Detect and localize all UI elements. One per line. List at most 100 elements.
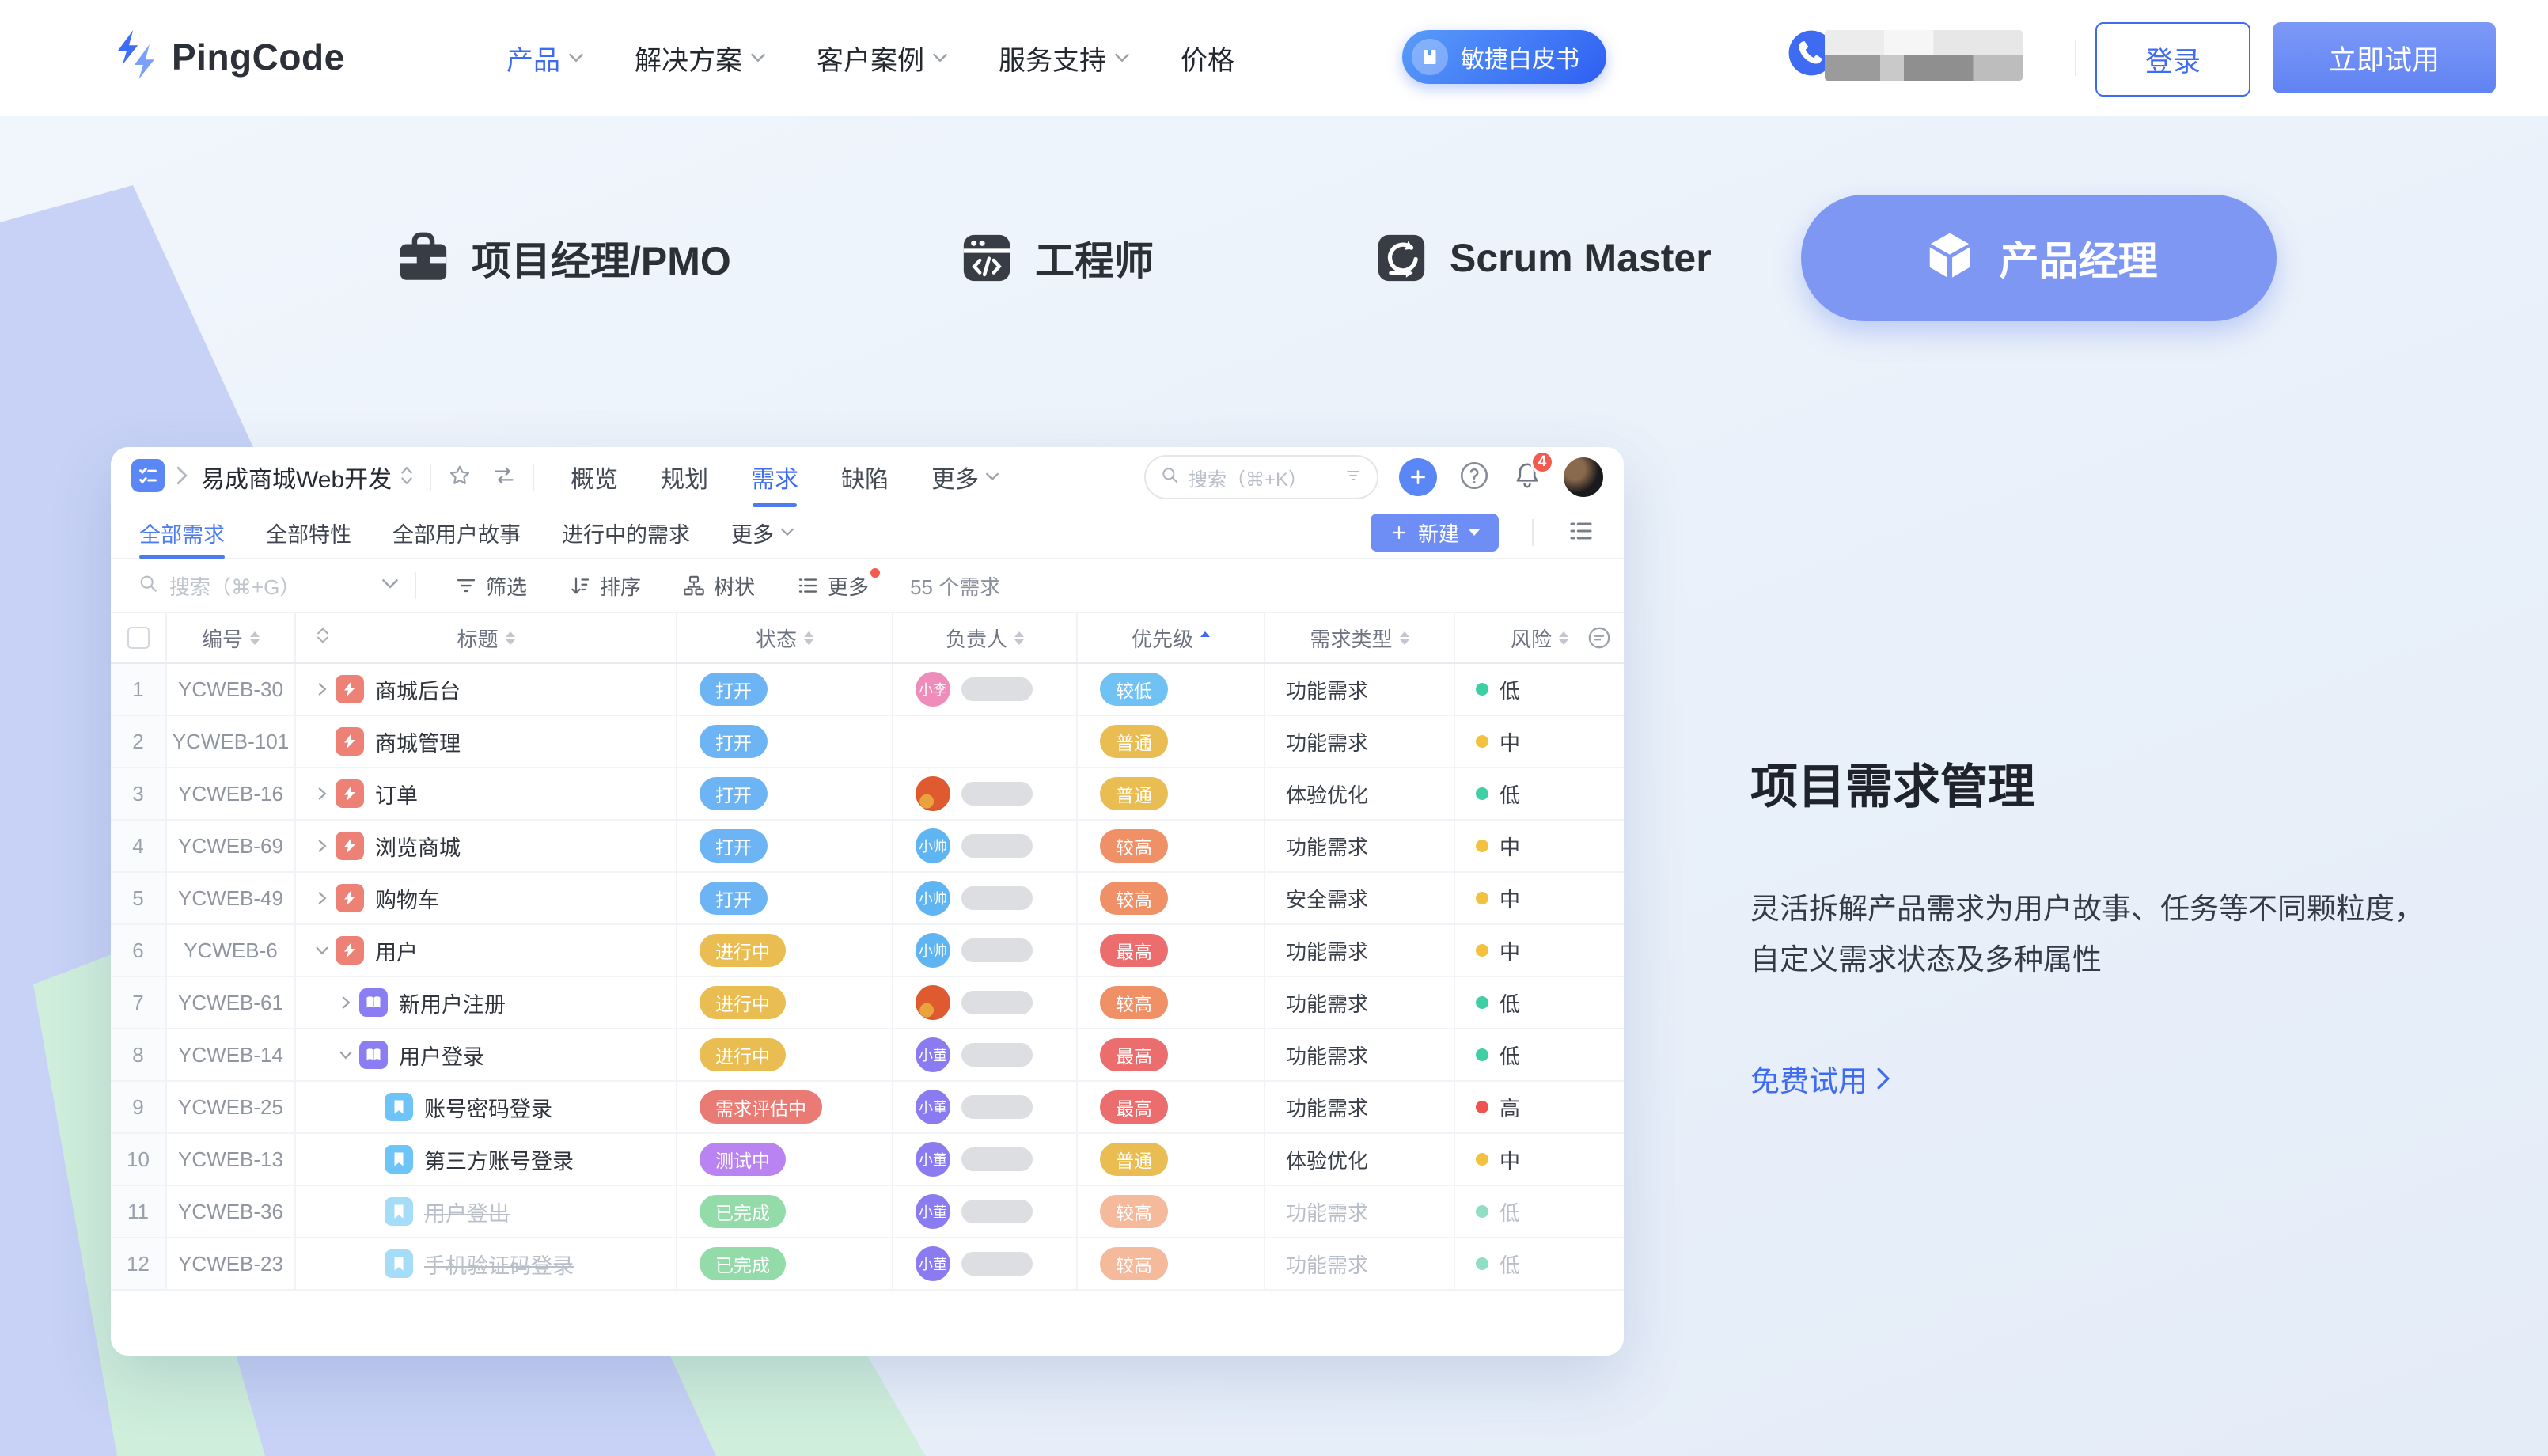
user-avatar[interactable] [1564, 457, 1603, 497]
column-header-3[interactable]: 状态 [677, 613, 893, 662]
project-name[interactable]: 易成商城Web开发 [201, 460, 392, 495]
column-header-5[interactable]: 优先级 [1078, 613, 1265, 662]
app-tab-5[interactable]: 更多 [931, 447, 999, 507]
item-title[interactable]: 手机验证码登录 [424, 1249, 574, 1280]
whitepaper-button[interactable]: 敏捷白皮书 [1402, 30, 1606, 84]
status-badge[interactable]: 打开 [700, 882, 768, 915]
table-row[interactable]: 9YCWEB-25账号密码登录需求评估中小董最高功能需求高 [111, 1082, 1624, 1134]
item-title[interactable]: 用户登录 [399, 1040, 484, 1071]
item-title[interactable]: 用户登出 [424, 1196, 510, 1227]
status-badge[interactable]: 需求评估中 [700, 1090, 822, 1124]
nav-item-3[interactable]: 客户案例 [817, 39, 948, 78]
expand-chevron-icon[interactable] [339, 995, 353, 1010]
status-badge[interactable]: 已完成 [700, 1195, 786, 1228]
table-row[interactable]: 7YCWEB-61新用户注册进行中较高功能需求低 [111, 977, 1624, 1029]
priority-badge[interactable]: 最高 [1100, 1090, 1168, 1124]
table-row[interactable]: 3YCWEB-16订单打开普通体验优化低 [111, 768, 1624, 821]
new-item-button[interactable]: 新建 [1371, 514, 1499, 552]
column-settings-icon[interactable] [1586, 624, 1613, 651]
priority-badge[interactable]: 较高 [1100, 986, 1168, 1019]
item-title[interactable]: 购物车 [375, 883, 439, 914]
search-filter-icon[interactable] [1344, 466, 1363, 489]
project-icon[interactable] [131, 459, 165, 496]
toolbar-筛选-button[interactable]: 筛选 [454, 571, 527, 601]
table-row[interactable]: 8YCWEB-14用户登录进行中小董最高功能需求低 [111, 1029, 1624, 1082]
expand-chevron-icon[interactable] [315, 839, 329, 853]
status-badge[interactable]: 已完成 [700, 1247, 786, 1280]
toolbar-更多-button[interactable]: 更多 [796, 571, 869, 601]
expand-chevron-icon[interactable] [315, 682, 329, 696]
priority-badge[interactable]: 普通 [1100, 1143, 1168, 1176]
sort-carets[interactable] [1200, 631, 1210, 645]
item-title[interactable]: 订单 [375, 779, 418, 810]
status-badge[interactable]: 进行中 [700, 934, 786, 967]
sort-carets[interactable] [804, 631, 813, 645]
sort-carets[interactable] [1559, 631, 1568, 645]
priority-badge[interactable]: 最高 [1100, 934, 1168, 967]
persona-tab-4[interactable]: 产品经理 [1801, 195, 2277, 321]
item-title[interactable]: 第三方账号登录 [424, 1144, 574, 1175]
project-switcher-icon[interactable] [400, 464, 414, 491]
nav-item-1[interactable]: 产品 [506, 39, 584, 78]
item-title[interactable]: 商城管理 [375, 726, 461, 757]
expand-chevron-icon[interactable] [315, 891, 329, 905]
view-tab-4[interactable]: 进行中的需求 [562, 506, 690, 559]
item-title[interactable]: 新用户注册 [399, 988, 506, 1018]
view-tab-3[interactable]: 全部用户故事 [392, 506, 521, 559]
expand-chevron-icon[interactable] [315, 787, 329, 801]
notifications-bell-icon[interactable]: 4 [1511, 460, 1543, 495]
login-button[interactable]: 登录 [2095, 22, 2250, 97]
priority-badge[interactable]: 最高 [1100, 1038, 1168, 1071]
item-title[interactable]: 商城后台 [375, 674, 461, 705]
status-badge[interactable]: 打开 [700, 725, 768, 758]
table-row[interactable]: 6YCWEB-6用户进行中小帅最高功能需求中 [111, 925, 1624, 977]
favorite-star-icon[interactable] [447, 463, 472, 492]
column-header-7[interactable]: 风险 [1455, 613, 1624, 662]
brand-logo[interactable]: PingCode [115, 30, 345, 83]
persona-tab-1[interactable]: 项目经理/PMO [396, 195, 731, 321]
item-title[interactable]: 用户 [375, 935, 418, 966]
item-title[interactable]: 浏览商城 [375, 831, 461, 862]
app-tab-1[interactable]: 概览 [571, 447, 618, 507]
status-badge[interactable]: 进行中 [700, 1038, 786, 1071]
priority-badge[interactable]: 较低 [1100, 673, 1168, 706]
table-row[interactable]: 10YCWEB-13第三方账号登录测试中小董普通体验优化中 [111, 1134, 1624, 1186]
table-row[interactable]: 5YCWEB-49购物车打开小帅较高安全需求中 [111, 873, 1624, 925]
app-tab-2[interactable]: 规划 [661, 447, 708, 507]
table-row[interactable]: 4YCWEB-69浏览商城打开小帅较高功能需求中 [111, 821, 1624, 873]
table-row[interactable]: 1YCWEB-30商城后台打开小李较低功能需求低 [111, 664, 1624, 716]
collapse-chevron-icon[interactable] [339, 1048, 353, 1062]
priority-badge[interactable]: 普通 [1100, 777, 1168, 810]
priority-badge[interactable]: 普通 [1100, 725, 1168, 758]
free-trial-link[interactable]: 免费试用 [1750, 1057, 1891, 1100]
sort-carets[interactable] [1014, 631, 1024, 645]
nav-item-2[interactable]: 解决方案 [635, 39, 766, 78]
column-header-2[interactable]: 标题 [296, 613, 677, 662]
priority-badge[interactable]: 较高 [1100, 1195, 1168, 1228]
toolbar-排序-button[interactable]: 排序 [568, 571, 641, 601]
create-button[interactable] [1399, 458, 1437, 496]
expand-all-icon[interactable] [315, 625, 331, 651]
toolbar-树状-button[interactable]: 树状 [682, 571, 755, 601]
priority-badge[interactable]: 较高 [1100, 882, 1168, 915]
free-trial-button[interactable]: 立即试用 [2273, 22, 2496, 93]
app-tab-3[interactable]: 需求 [751, 447, 798, 507]
app-tab-4[interactable]: 缺陷 [841, 447, 889, 507]
status-badge[interactable]: 打开 [700, 829, 768, 863]
view-tab-1[interactable]: 全部需求 [139, 506, 225, 559]
status-badge[interactable]: 测试中 [700, 1143, 786, 1176]
persona-tab-2[interactable]: 工程师 [959, 195, 1154, 321]
nav-item-4[interactable]: 服务支持 [999, 39, 1130, 78]
status-badge[interactable]: 打开 [700, 673, 768, 706]
help-icon[interactable] [1458, 459, 1491, 496]
priority-badge[interactable]: 较高 [1100, 829, 1168, 863]
column-header-1[interactable]: 编号 [167, 613, 296, 662]
sort-carets[interactable] [250, 631, 260, 645]
table-row[interactable]: 12YCWEB-23手机验证码登录已完成小董较高功能需求低 [111, 1238, 1624, 1291]
view-switch-icon[interactable] [1567, 517, 1595, 549]
nav-item-5[interactable]: 价格 [1181, 39, 1234, 78]
table-row[interactable]: 11YCWEB-36用户登出已完成小董较高功能需求低 [111, 1186, 1624, 1238]
priority-badge[interactable]: 较高 [1100, 1247, 1168, 1280]
select-all-checkbox[interactable] [127, 627, 150, 649]
swap-arrows-icon[interactable] [491, 463, 517, 492]
